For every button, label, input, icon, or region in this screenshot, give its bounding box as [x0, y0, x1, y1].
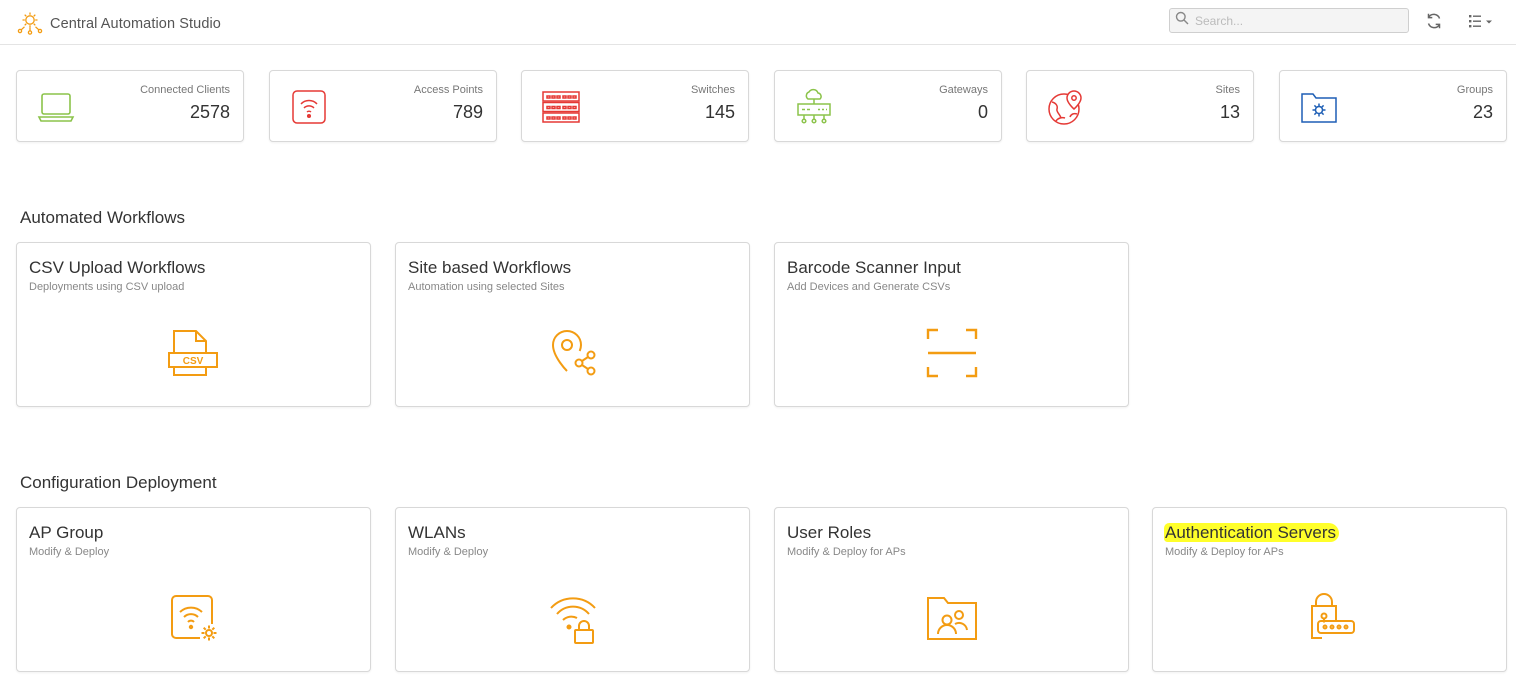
brand[interactable]: Central Automation Studio: [16, 7, 221, 40]
card-title: CSV Upload Workflows: [29, 258, 206, 277]
card-title: WLANs: [408, 523, 466, 542]
section-title-configuration-deployment: Configuration Deployment: [20, 473, 217, 492]
card-user-roles[interactable]: User Roles Modify & Deploy for APs: [774, 507, 1129, 672]
card-title: Barcode Scanner Input: [787, 258, 961, 277]
stat-card-gateways[interactable]: Gateways 0: [774, 70, 1002, 142]
highlight-marker: Authentication Servers: [1164, 523, 1340, 542]
search-box[interactable]: [1169, 8, 1409, 33]
wifi-lock-icon: [545, 590, 601, 646]
top-navbar: Central Automation Studio: [0, 0, 1516, 45]
gear-network-icon: [16, 7, 44, 40]
location-share-icon: [545, 325, 601, 381]
card-site-based-workflows[interactable]: Site based Workflows Automation using se…: [395, 242, 750, 407]
card-wlans[interactable]: WLANs Modify & Deploy: [395, 507, 750, 672]
section-title-automated-workflows: Automated Workflows: [20, 208, 186, 227]
list-menu-icon[interactable]: [1467, 12, 1495, 30]
globe-pin-icon: [1047, 88, 1085, 126]
stat-label: Access Points: [413, 84, 483, 96]
gateway-icon: [795, 88, 833, 126]
card-title: Site based Workflows: [408, 258, 572, 277]
card-subtitle: Modify & Deploy for APs: [1165, 546, 1284, 558]
search-icon: [1175, 11, 1189, 30]
card-title: Authentication Servers: [1164, 523, 1340, 543]
card-ap-group[interactable]: AP Group Modify & Deploy: [16, 507, 371, 672]
card-title: AP Group: [29, 523, 104, 542]
stat-value: 145: [704, 102, 735, 122]
card-subtitle: Deployments using CSV upload: [29, 281, 185, 293]
folder-users-icon: [924, 590, 980, 646]
card-subtitle: Modify & Deploy for APs: [787, 546, 906, 558]
access-point-icon: [290, 88, 328, 126]
stat-value: 0: [977, 102, 988, 122]
card-title: User Roles: [787, 523, 872, 542]
stat-label: Gateways: [939, 84, 988, 96]
app-title: Central Automation Studio: [50, 15, 221, 32]
svg-text:CSV: CSV: [182, 356, 203, 367]
stat-label: Sites: [1215, 84, 1240, 96]
card-authentication-servers[interactable]: Authentication Servers Modify & Deploy f…: [1152, 507, 1507, 672]
stat-card-switches[interactable]: Switches 145: [521, 70, 749, 142]
server-lock-icon: [1302, 590, 1358, 646]
card-subtitle: Add Devices and Generate CSVs: [787, 281, 951, 293]
switch-icon: [542, 88, 580, 126]
csv-file-icon: CSV: [166, 325, 222, 381]
folder-gear-icon: [1300, 88, 1338, 126]
stat-card-sites[interactable]: Sites 13: [1026, 70, 1254, 142]
stat-value: 13: [1219, 102, 1240, 122]
stat-label: Groups: [1456, 84, 1493, 96]
stat-value: 23: [1472, 102, 1493, 122]
card-subtitle: Automation using selected Sites: [408, 281, 565, 293]
stat-value: 789: [452, 102, 483, 122]
card-subtitle: Modify & Deploy: [29, 546, 110, 558]
ap-gear-icon: [166, 590, 222, 646]
card-barcode-scanner-input[interactable]: Barcode Scanner Input Add Devices and Ge…: [774, 242, 1129, 407]
stat-label: Connected Clients: [140, 84, 230, 96]
search-input[interactable]: [1195, 13, 1395, 28]
stat-card-connected-clients[interactable]: Connected Clients 2578: [16, 70, 244, 142]
refresh-icon[interactable]: [1424, 11, 1444, 31]
stat-card-groups[interactable]: Groups 23: [1279, 70, 1507, 142]
barcode-scan-icon: [924, 325, 980, 381]
stat-label: Switches: [690, 84, 735, 96]
card-subtitle: Modify & Deploy: [408, 546, 489, 558]
stat-value: 2578: [189, 102, 230, 122]
laptop-icon: [37, 88, 75, 126]
stat-card-access-points[interactable]: Access Points 789: [269, 70, 497, 142]
card-csv-upload-workflows[interactable]: CSV Upload Workflows Deployments using C…: [16, 242, 371, 407]
